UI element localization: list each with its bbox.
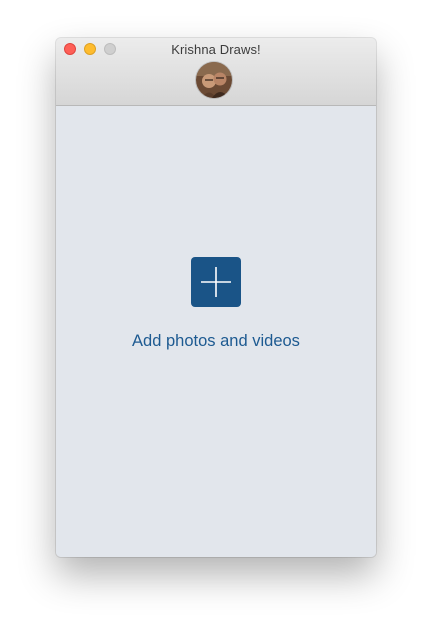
profile-photo-icon [196, 62, 232, 98]
window-title: Krishna Draws! [171, 42, 261, 57]
plus-icon [201, 267, 231, 297]
profile-avatar[interactable] [196, 62, 232, 98]
add-media-button[interactable] [191, 257, 241, 307]
app-window: Krishna Draws! Add photos and videos [56, 38, 376, 557]
add-photos-videos-link[interactable]: Add photos and videos [56, 332, 376, 351]
title-bar[interactable]: Krishna Draws! [56, 38, 376, 106]
media-drop-area: Add photos and videos [56, 106, 376, 557]
